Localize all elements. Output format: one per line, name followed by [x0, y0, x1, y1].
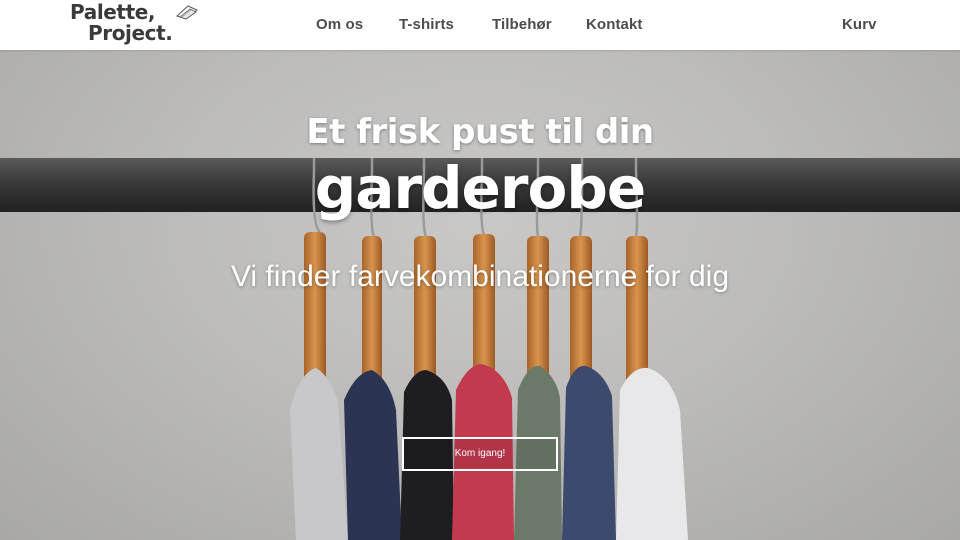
shirt-navy	[344, 370, 402, 540]
hero-title-line2: garderobe	[314, 154, 646, 222]
nav-link-om-os[interactable]: Om os	[316, 16, 363, 33]
shirt-white	[616, 367, 688, 540]
cart-link[interactable]: Kurv	[842, 16, 877, 33]
logo[interactable]: Palette, Project.	[68, 0, 202, 48]
logo-text-line1: Palette,	[70, 0, 156, 24]
site-header: Palette, Project. Om os T-shirts Tilbehø…	[0, 0, 960, 50]
shirt-grey	[290, 368, 348, 540]
hero-section: Et frisk pust til din garderobe Vi finde…	[0, 50, 960, 540]
nav-link-t-shirts[interactable]: T-shirts	[399, 16, 454, 33]
hero-title-line1: Et frisk pust til din	[306, 112, 654, 152]
palette-swatch-icon	[176, 5, 198, 20]
logo-text-line2: Project.	[88, 21, 173, 45]
nav-link-kontakt[interactable]: Kontakt	[586, 16, 643, 33]
get-started-button[interactable]: Kom igang!	[402, 437, 558, 471]
shirt-blue	[562, 365, 616, 540]
nav-link-tilbehor[interactable]: Tilbehør	[492, 16, 552, 33]
hero-subtitle: Vi finder farvekombinationerne for dig	[230, 260, 730, 293]
